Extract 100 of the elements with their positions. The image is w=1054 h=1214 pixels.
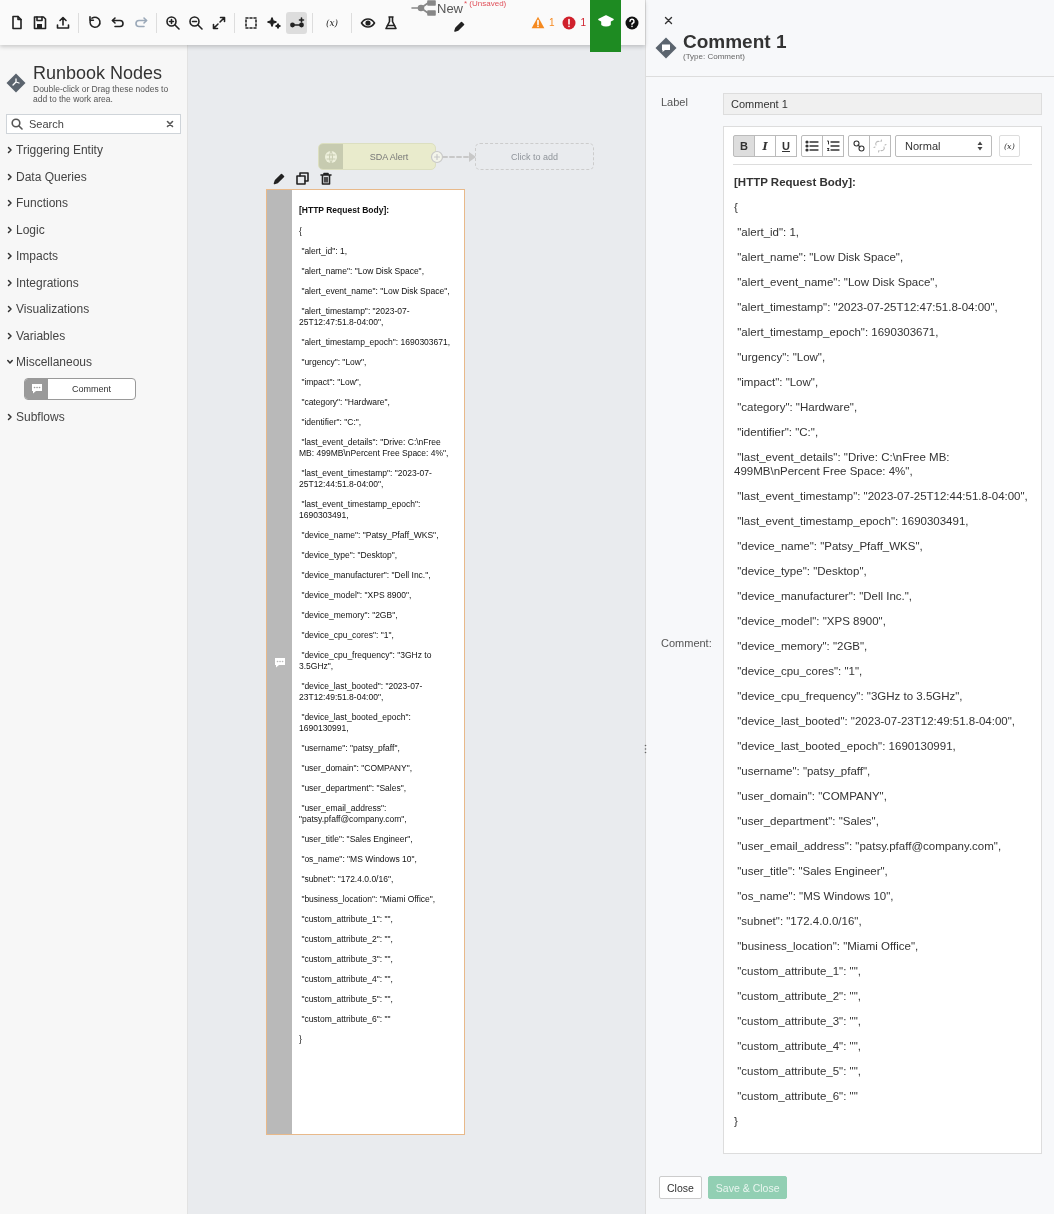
comment-text-line: "username": "patsy_pfaff", bbox=[300, 743, 401, 754]
comment-text-line: "last_event_timestamp": "2023-07-25T12:44:51.8-04:00", bbox=[299, 468, 433, 490]
editor-text-line: "alert_timestamp": "2023-07-25T12:47:51.8-04:00", bbox=[736, 300, 999, 314]
variable-button[interactable]: (x) bbox=[999, 135, 1020, 157]
category-item[interactable]: Variables bbox=[6, 322, 181, 349]
clear-icon[interactable] bbox=[166, 120, 174, 128]
format-button[interactable]: I bbox=[754, 135, 776, 157]
save-icon bbox=[31, 14, 48, 31]
variable-button[interactable]: (x) bbox=[318, 11, 346, 34]
learn-tab[interactable] bbox=[590, 0, 621, 52]
chevron-right-icon bbox=[7, 412, 13, 421]
trash-icon[interactable] bbox=[320, 172, 332, 185]
list-button[interactable] bbox=[801, 135, 823, 157]
sidebar-subtitle: Double-click or Drag these nodes to add to the work area. bbox=[33, 84, 170, 104]
list-button[interactable] bbox=[822, 135, 844, 157]
editor-text-line: "custom_attribute_2": "", bbox=[736, 989, 862, 1003]
panel-subtitle: (Type: Comment) bbox=[683, 52, 746, 61]
palette-node[interactable]: Comment bbox=[24, 377, 136, 400]
link-button[interactable] bbox=[848, 135, 870, 157]
editor-text-line: "device_last_booted_epoch": 1690130991, bbox=[736, 739, 957, 753]
editor-text-line: { bbox=[734, 200, 739, 214]
category-item[interactable]: Triggering Entity bbox=[6, 137, 181, 164]
comment-text-line: "user_title": "Sales Engineer", bbox=[300, 834, 414, 845]
comment-text-line: "custom_attribute_3": "", bbox=[300, 954, 394, 965]
comment-editor[interactable] bbox=[723, 126, 1042, 1154]
format-button[interactable]: U bbox=[775, 135, 797, 157]
copy-icon[interactable] bbox=[296, 172, 309, 185]
editor-text-line: } bbox=[734, 1114, 739, 1128]
numbered-list-icon bbox=[826, 139, 840, 153]
editor-text-line: "user_domain": "COMPANY", bbox=[736, 789, 888, 803]
selection-icon bbox=[242, 14, 259, 31]
upload-icon bbox=[54, 14, 71, 31]
editor-text-line: "category": "Hardware", bbox=[736, 400, 859, 414]
panel-title: Comment 1 bbox=[683, 32, 787, 52]
close-icon[interactable] bbox=[664, 16, 673, 25]
editor-text-line: "alert_name": "Low Disk Space", bbox=[736, 250, 905, 264]
editor-text-line: "device_last_booted": "2023-07-23T12:49:51.8-04:00", bbox=[736, 714, 1017, 728]
comment-node[interactable] bbox=[266, 189, 465, 1135]
editor-text-line: "last_event_timestamp": "2023-07-25T12:44:51.8-04:00", bbox=[736, 489, 1029, 503]
comment-node-icon bbox=[655, 37, 677, 59]
pencil-icon[interactable] bbox=[452, 21, 465, 33]
chevron-right-icon bbox=[7, 252, 13, 261]
editor-text-line: "user_title": "Sales Engineer", bbox=[736, 864, 889, 878]
connect-button[interactable] bbox=[286, 11, 307, 34]
globe-icon bbox=[324, 149, 338, 164]
editor-text-line: "custom_attribute_4": "", bbox=[736, 1039, 862, 1053]
category-item[interactable]: Miscellaneous bbox=[6, 349, 181, 376]
category-item[interactable]: Impacts bbox=[6, 243, 181, 270]
field-label: Label bbox=[661, 95, 689, 108]
error-icon[interactable] bbox=[562, 15, 577, 30]
editor-text-line: "last_event_timestamp_epoch": 1690303491, bbox=[736, 514, 970, 528]
comment-text-line: "device_last_booted_epoch": 1690130991, bbox=[299, 712, 412, 734]
expand-icon bbox=[210, 14, 227, 31]
style-dropdown[interactable]: Normal bbox=[895, 135, 992, 157]
comment-text-line: "device_name": "Patsy_Pfaff_WKS", bbox=[300, 530, 440, 541]
category-item[interactable]: Subflows bbox=[6, 403, 181, 430]
comment-icon bbox=[30, 383, 43, 394]
unsaved-label: * (Unsaved) bbox=[464, 0, 507, 8]
category-item[interactable]: Logic bbox=[6, 216, 181, 243]
comment-text-line: "custom_attribute_1": "", bbox=[300, 914, 394, 925]
comment-text-line: "custom_attribute_5": "", bbox=[300, 994, 394, 1005]
chevron-down-icon bbox=[7, 358, 13, 367]
resize-handle-icon[interactable] bbox=[644, 744, 647, 754]
comment-icon bbox=[273, 656, 286, 668]
zoom-out-icon bbox=[187, 14, 204, 31]
label-field[interactable]: Comment 1 bbox=[723, 93, 1042, 115]
editor-text-line: [HTTP Request Body]: bbox=[734, 175, 857, 189]
comment-text-line: "last_event_details": "Drive: C:\nFree MB: 499MB\nPercent Free Space: 4%", bbox=[299, 437, 450, 459]
editor-text-line: "user_department": "Sales", bbox=[736, 814, 880, 828]
pencil-icon[interactable] bbox=[273, 172, 285, 185]
chevron-right-icon bbox=[7, 305, 13, 314]
comment-text-line: "alert_name": "Low Disk Space", bbox=[300, 266, 425, 277]
category-item[interactable]: Visualizations bbox=[6, 296, 181, 323]
editor-text-line: "alert_event_name": "Low Disk Space", bbox=[736, 275, 939, 289]
comment-text-line: "custom_attribute_2": "", bbox=[300, 934, 394, 945]
close-button[interactable]: Close bbox=[659, 1176, 702, 1199]
search-field[interactable]: Search bbox=[6, 114, 181, 134]
help-icon[interactable] bbox=[625, 15, 639, 30]
category-item[interactable]: Data Queries bbox=[6, 163, 181, 190]
warning-count: 1 bbox=[548, 17, 555, 28]
editor-text-line: "username": "patsy_pfaff", bbox=[736, 764, 872, 778]
format-button[interactable]: B bbox=[733, 135, 755, 157]
editor-text-line: "device_memory": "2GB", bbox=[736, 639, 869, 653]
comment-text-line: "impact": "Low", bbox=[300, 377, 363, 388]
zoom-in-icon bbox=[164, 14, 181, 31]
editor-text-line: "subnet": "172.4.0.0/16", bbox=[736, 914, 863, 928]
chevron-right-icon bbox=[7, 225, 13, 234]
comment-text-line: "custom_attribute_4": "", bbox=[300, 974, 394, 985]
editor-text-line: "alert_id": 1, bbox=[736, 225, 801, 239]
comment-text-line: "device_memory": "2GB", bbox=[300, 610, 399, 621]
editor-text-line: "device_model": "XPS 8900", bbox=[736, 614, 887, 628]
comment-text-line: "alert_id": 1, bbox=[300, 246, 349, 257]
editor-text-line: "last_event_details": "Drive: C:\nFree MB: 499MB\nPercent Free Space: 4%", bbox=[734, 450, 951, 478]
editor-text-line: "os_name": "MS Windows 10", bbox=[736, 889, 895, 903]
trigger-node[interactable]: SDA Alert bbox=[318, 143, 436, 170]
category-item[interactable]: Integrations bbox=[6, 269, 181, 296]
comment-text-line: "device_cpu_frequency": "3GHz to 3.5GHz", bbox=[299, 650, 433, 672]
category-item[interactable]: Functions bbox=[6, 190, 181, 217]
chevron-right-icon bbox=[7, 172, 13, 181]
comment-text-line: "device_manufacturer": "Dell Inc.", bbox=[300, 570, 432, 581]
